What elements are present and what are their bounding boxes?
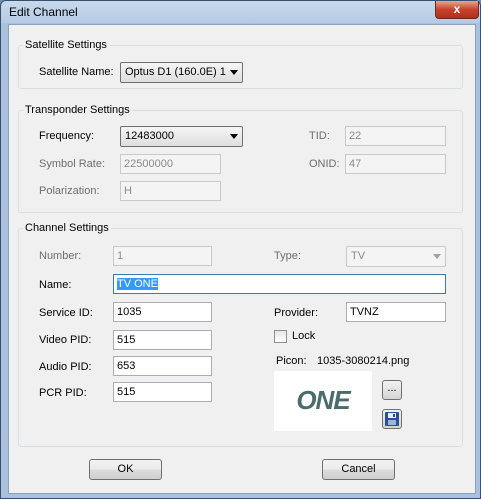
satellite-settings-title: Satellite Settings [25, 39, 107, 51]
satellite-name-value: Optus D1 (160.0E) 1 [125, 66, 226, 78]
type-combo: TV [346, 246, 446, 267]
polarization-label: Polarization: [39, 185, 100, 197]
onid-label: ONID: [309, 158, 340, 170]
frequency-label: Frequency: [39, 130, 95, 142]
lock-label[interactable]: Lock [292, 330, 315, 342]
picon-filename: 1035-3080214.png [317, 355, 410, 367]
type-value: TV [351, 250, 366, 262]
chevron-down-icon [230, 70, 238, 75]
satellite-name-label: Satellite Name: [39, 66, 114, 78]
frequency-value: 12483000 [125, 130, 174, 142]
satellite-name-combo[interactable]: Optus D1 (160.0E) 1 [120, 62, 243, 83]
floppy-disk-icon [385, 412, 399, 426]
dialog-body: Satellite Settings Satellite Name: Optus… [8, 24, 476, 494]
video-pid-label: Video PID: [39, 334, 92, 346]
tid-field: 22 [345, 126, 446, 146]
pcr-pid-label: PCR PID: [39, 387, 87, 399]
symbol-rate-field: 22500000 [120, 154, 221, 174]
video-pid-input[interactable]: 515 [113, 330, 212, 350]
name-value: TV ONE [117, 278, 158, 290]
edit-channel-window: Edit Channel x Satellite Settings Satell… [0, 0, 481, 499]
window-title: Edit Channel [9, 5, 78, 19]
frequency-combo[interactable]: 12483000 [120, 126, 243, 147]
provider-input[interactable]: TVNZ [346, 302, 446, 322]
polarization-field: H [120, 181, 221, 201]
type-label: Type: [274, 250, 301, 262]
audio-pid-label: Audio PID: [39, 361, 92, 373]
number-label: Number: [39, 250, 82, 262]
lock-checkbox[interactable] [274, 330, 287, 343]
service-id-label: Service ID: [39, 307, 93, 319]
picon-logo-text: ONE [296, 385, 351, 415]
browse-picon-button[interactable]: ... [382, 380, 402, 400]
service-id-input[interactable]: 1035 [113, 302, 212, 322]
picon-logo: ONE [296, 385, 352, 415]
pcr-pid-input[interactable]: 515 [113, 382, 212, 402]
audio-pid-input[interactable]: 653 [113, 356, 212, 376]
close-button[interactable]: x [435, 1, 479, 19]
save-picon-button[interactable] [382, 409, 402, 429]
picon-label: Picon: [276, 355, 307, 367]
onid-field: 47 [345, 154, 446, 174]
close-icon: x [453, 2, 461, 16]
ok-button[interactable]: OK [89, 459, 162, 480]
name-label: Name: [39, 279, 72, 291]
name-input[interactable]: TV ONE [113, 274, 446, 294]
title-bar[interactable]: Edit Channel x [1, 1, 480, 23]
provider-label: Provider: [274, 307, 319, 319]
transponder-settings-title: Transponder Settings [25, 104, 130, 116]
chevron-down-icon [433, 254, 441, 259]
symbol-rate-label: Symbol Rate: [39, 158, 106, 170]
number-field: 1 [113, 246, 212, 266]
picon-image: ONE [274, 371, 372, 431]
tid-label: TID: [309, 130, 330, 142]
chevron-down-icon [230, 134, 238, 139]
cancel-button[interactable]: Cancel [322, 459, 395, 480]
channel-settings-title: Channel Settings [25, 222, 109, 234]
